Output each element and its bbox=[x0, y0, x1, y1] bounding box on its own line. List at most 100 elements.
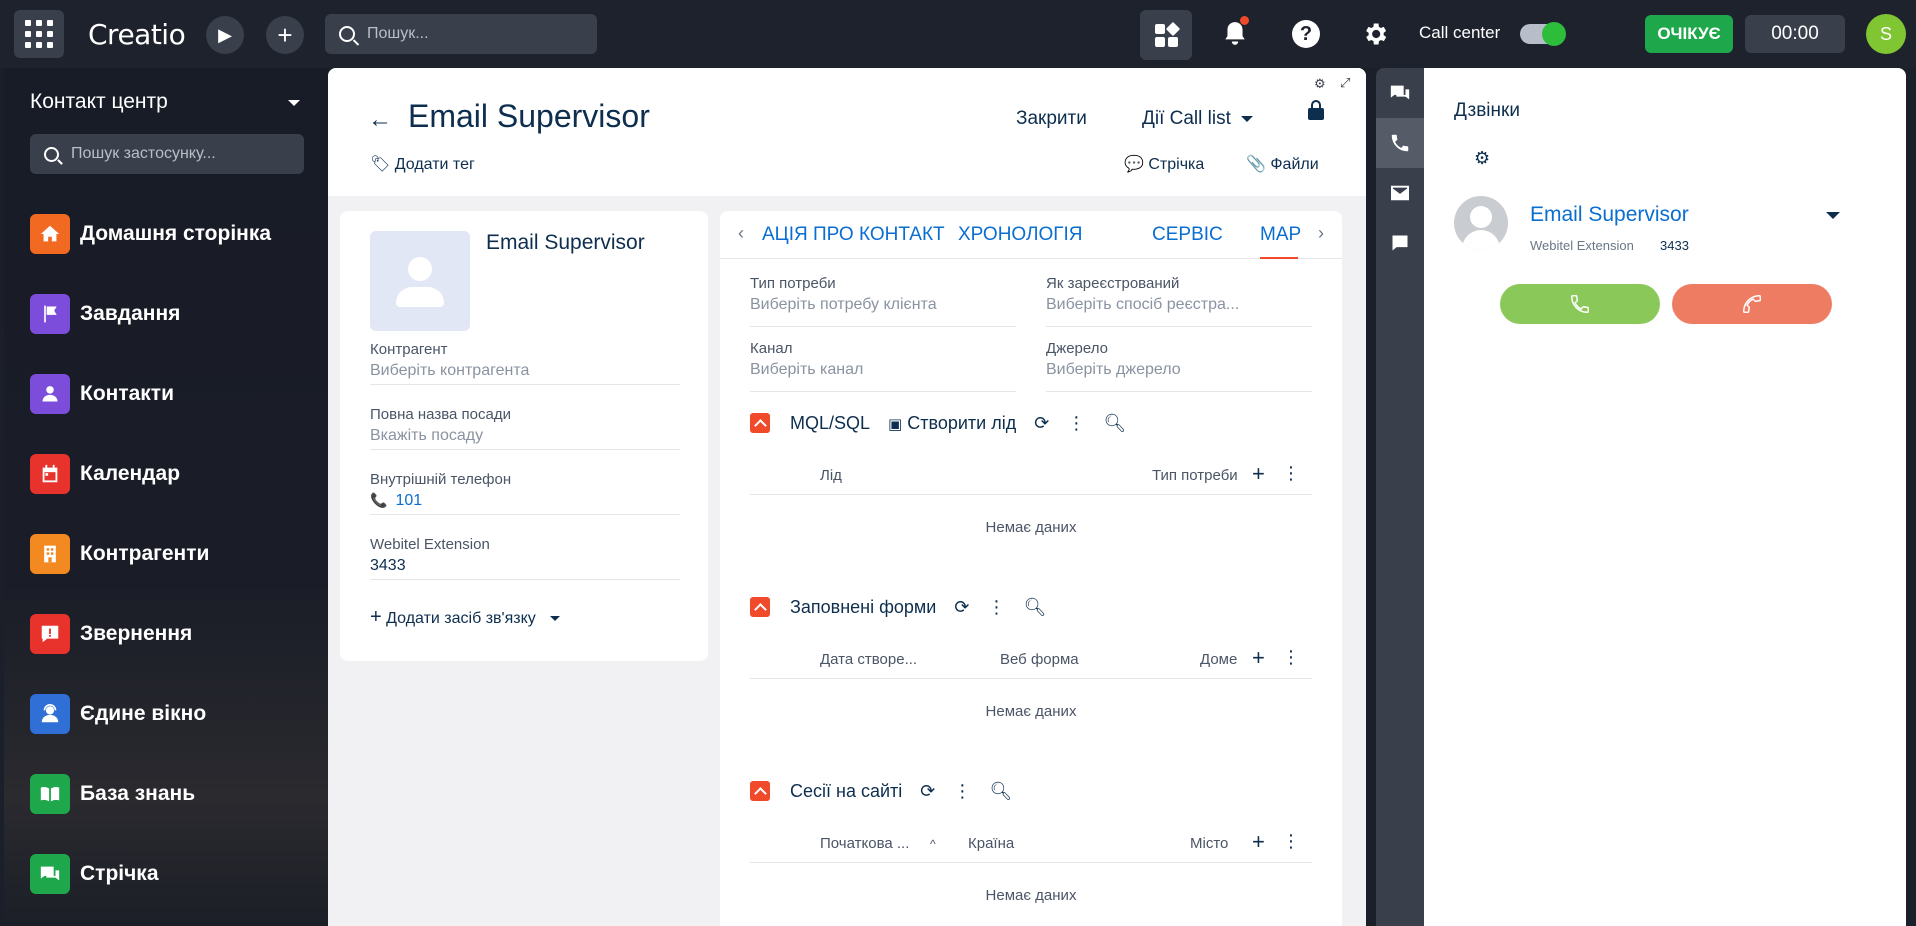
account-field[interactable]: Контрагент Виберіть контрагента bbox=[370, 341, 680, 385]
kebab-menu-icon[interactable]: ⋮ bbox=[953, 781, 971, 802]
chevron-left-icon[interactable]: ‹ bbox=[738, 223, 744, 244]
user-avatar[interactable]: S bbox=[1866, 14, 1906, 54]
search-icon[interactable]: 🔍︎ bbox=[989, 781, 1012, 802]
collapse-icon[interactable] bbox=[750, 781, 770, 801]
phone-icon bbox=[1571, 295, 1589, 313]
column-header[interactable]: Лід bbox=[820, 467, 842, 484]
kebab-menu-icon[interactable]: ⋮ bbox=[1282, 831, 1300, 852]
add-communication-button[interactable]: + Додати засіб зв'язку bbox=[370, 606, 561, 629]
rail-calls[interactable] bbox=[1376, 118, 1424, 168]
table-header: Лід Тип потреби + ⋮ bbox=[750, 457, 1312, 495]
call-center-toggle[interactable] bbox=[1520, 22, 1566, 46]
kebab-menu-icon[interactable]: ⋮ bbox=[1282, 463, 1300, 484]
chevron-down-icon[interactable] bbox=[1826, 212, 1840, 219]
column-header[interactable]: Країна bbox=[968, 835, 1014, 852]
files-button[interactable]: 📎 Файли bbox=[1246, 154, 1319, 174]
toggle-knob bbox=[1542, 22, 1566, 46]
feed-label: Стрічка bbox=[1148, 156, 1205, 173]
registration-method-field[interactable]: Як зареєстрований Виберіть спосіб реєстр… bbox=[1046, 275, 1312, 327]
help-button[interactable]: ? bbox=[1286, 14, 1326, 54]
empty-state: Немає даних bbox=[985, 519, 1077, 536]
hang-up-button[interactable] bbox=[1672, 284, 1832, 324]
add-tag-button[interactable]: 🏷 Додати тег bbox=[370, 154, 475, 174]
sidebar-item-accounts[interactable]: Контрагенти bbox=[30, 534, 209, 574]
refresh-icon[interactable]: ⟳ bbox=[954, 597, 969, 618]
column-header[interactable]: Дата створе... bbox=[820, 651, 917, 668]
sidebar-item-home[interactable]: Домашня сторінка bbox=[30, 214, 271, 254]
chevron-down-icon[interactable] bbox=[288, 100, 300, 106]
column-header[interactable]: Початкова ... bbox=[820, 835, 909, 852]
agent-status-button[interactable]: ОЧІКУЄ bbox=[1645, 15, 1733, 53]
workspace-title[interactable]: Контакт центр bbox=[30, 90, 168, 114]
collapse-icon[interactable] bbox=[750, 413, 770, 433]
person-icon bbox=[30, 374, 70, 414]
sidebar-item-cases[interactable]: Звернення bbox=[30, 614, 192, 654]
sidebar-item-feed[interactable]: Стрічка bbox=[30, 854, 159, 894]
tab-timeline[interactable]: ХРОНОЛОГІЯ bbox=[958, 224, 1083, 246]
column-header[interactable]: Доме bbox=[1200, 651, 1237, 668]
sidebar-item-label: Єдине вікно bbox=[80, 702, 207, 725]
empty-state: Немає даних bbox=[985, 703, 1077, 720]
global-search[interactable] bbox=[325, 14, 597, 54]
run-process-button[interactable]: ▶ bbox=[206, 16, 244, 54]
global-search-input[interactable] bbox=[367, 25, 567, 43]
settings-button[interactable] bbox=[1355, 14, 1395, 54]
sidebar: Контакт центр Домашня сторінка Завдання … bbox=[4, 68, 328, 926]
column-header[interactable]: Місто bbox=[1190, 835, 1228, 852]
contact-photo[interactable] bbox=[370, 231, 470, 331]
search-icon[interactable]: 🔍︎ bbox=[1023, 597, 1046, 618]
webitel-extension-field[interactable]: Webitel Extension 3433 bbox=[370, 536, 680, 580]
sidebar-item-label: Контакти bbox=[80, 382, 174, 405]
refresh-icon[interactable]: ⟳ bbox=[920, 781, 935, 802]
search-icon[interactable]: 🔍︎ bbox=[1103, 413, 1126, 434]
plus-icon[interactable]: + bbox=[1252, 829, 1265, 855]
plus-icon[interactable]: + bbox=[1252, 461, 1265, 487]
call-list-actions-button[interactable]: Дії Call list bbox=[1142, 108, 1253, 130]
gear-icon[interactable]: ⚙ bbox=[1314, 76, 1326, 92]
answer-call-button[interactable] bbox=[1500, 284, 1660, 324]
chevron-right-icon[interactable]: › bbox=[1318, 223, 1324, 244]
app-search-input[interactable] bbox=[71, 145, 291, 163]
add-record-button[interactable]: + bbox=[266, 16, 304, 54]
dashboards-button[interactable] bbox=[1140, 10, 1192, 60]
source-field[interactable]: Джерело Виберіть джерело bbox=[1046, 340, 1312, 392]
lock-icon[interactable] bbox=[1308, 100, 1324, 120]
column-header[interactable]: Веб форма bbox=[1000, 651, 1079, 668]
feed-button[interactable]: 💬 Стрічка bbox=[1124, 154, 1204, 174]
channel-field[interactable]: Канал Виберіть канал bbox=[750, 340, 1016, 392]
need-type-field[interactable]: Тип потреби Виберіть потребу клієнта bbox=[750, 275, 1016, 327]
plus-icon[interactable]: + bbox=[1252, 645, 1265, 671]
refresh-icon[interactable]: ⟳ bbox=[1034, 413, 1049, 434]
app-launcher-icon[interactable] bbox=[14, 10, 64, 58]
close-button[interactable]: Закрити bbox=[1016, 108, 1087, 130]
internal-phone-field[interactable]: Внутрішній телефон 📞 101 bbox=[370, 471, 680, 515]
field-value[interactable]: 📞 101 bbox=[370, 492, 680, 510]
rail-email[interactable] bbox=[1376, 168, 1424, 218]
app-search[interactable] bbox=[30, 134, 304, 174]
notifications-button[interactable] bbox=[1215, 14, 1255, 54]
tab-marketing[interactable]: МАР bbox=[1260, 224, 1301, 246]
sidebar-item-knowledge-base[interactable]: База знань bbox=[30, 774, 195, 814]
kebab-menu-icon[interactable]: ⋮ bbox=[1067, 413, 1085, 434]
sidebar-item-tasks[interactable]: Завдання bbox=[30, 294, 180, 334]
rail-feed[interactable] bbox=[1376, 68, 1424, 118]
tab-service[interactable]: СЕРВІС bbox=[1152, 224, 1223, 246]
collapse-icon[interactable] bbox=[750, 597, 770, 617]
job-title-field[interactable]: Повна назва посади Вкажіть посаду bbox=[370, 406, 680, 450]
chat-icon bbox=[1392, 235, 1408, 251]
create-lead-button[interactable]: ▣ Створити лід bbox=[888, 413, 1016, 434]
caller-name[interactable]: Email Supervisor bbox=[1530, 203, 1689, 227]
sidebar-item-calendar[interactable]: Календар bbox=[30, 454, 180, 494]
gear-icon[interactable]: ⚙ bbox=[1474, 148, 1490, 169]
sort-asc-icon[interactable]: ^ bbox=[930, 837, 936, 851]
rail-chat[interactable] bbox=[1376, 218, 1424, 268]
sidebar-item-single-window[interactable]: Єдине вікно bbox=[30, 694, 206, 734]
search-icon bbox=[339, 26, 355, 42]
expand-icon[interactable]: ⤢ bbox=[1340, 75, 1350, 91]
column-header[interactable]: Тип потреби bbox=[1152, 467, 1238, 484]
kebab-menu-icon[interactable]: ⋮ bbox=[1282, 647, 1300, 668]
kebab-menu-icon[interactable]: ⋮ bbox=[987, 597, 1005, 618]
tab-contact-info[interactable]: АЦІЯ ПРО КОНТАКТ bbox=[762, 224, 945, 246]
back-arrow-icon[interactable]: ← bbox=[368, 106, 392, 134]
sidebar-item-contacts[interactable]: Контакти bbox=[30, 374, 174, 414]
